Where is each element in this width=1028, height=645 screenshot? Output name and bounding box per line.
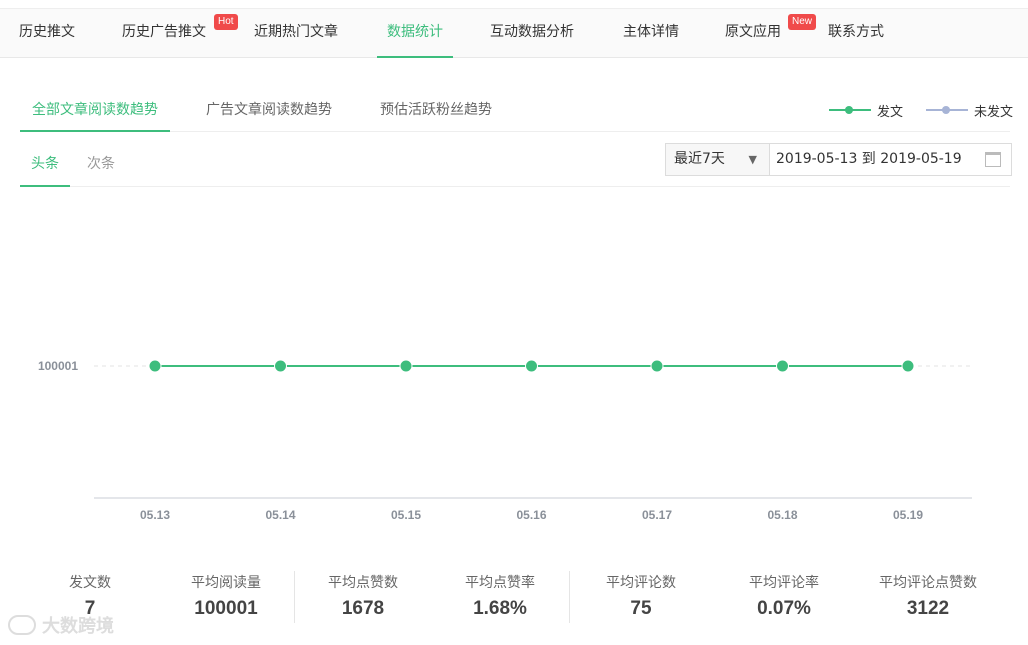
x-tick-label: 05.13 bbox=[140, 508, 170, 522]
data-point bbox=[148, 359, 162, 373]
nav-tab-label: 历史广告推文 bbox=[122, 24, 206, 40]
data-point bbox=[274, 359, 287, 373]
data-point bbox=[901, 359, 915, 373]
x-tick-label: 05.14 bbox=[265, 508, 295, 522]
stat-label: 平均点赞率 bbox=[465, 575, 535, 591]
nav-tab-label: 历史推文 bbox=[19, 24, 75, 40]
nav-tab-label: 互动数据分析 bbox=[490, 24, 574, 40]
nav-tab-label: 联系方式 bbox=[828, 24, 884, 40]
stat-label: 平均点赞数 bbox=[328, 575, 398, 591]
watermark-icon bbox=[8, 615, 36, 635]
data-point bbox=[399, 359, 413, 373]
tab-label: 头条 bbox=[31, 156, 59, 172]
legend-item-not-posted[interactable]: 未发文 bbox=[926, 100, 1013, 120]
stat-label: 平均评论点赞数 bbox=[879, 575, 977, 591]
stat-label: 发文数 bbox=[69, 575, 111, 591]
stat-label: 平均评论数 bbox=[606, 575, 676, 591]
date-range-input[interactable]: 2019-05-13 到 2019-05-19 bbox=[769, 143, 1012, 176]
legend-item-posted[interactable]: 发文 bbox=[829, 100, 903, 120]
watermark-logo: 大数跨境 bbox=[8, 612, 114, 638]
data-point bbox=[776, 359, 789, 373]
stat-value: 1.68% bbox=[473, 598, 527, 619]
tab-label: 广告文章阅读数趋势 bbox=[206, 102, 332, 118]
nav-tab-interaction-analysis[interactable]: 互动数据分析 bbox=[490, 9, 574, 58]
x-tick-label: 05.18 bbox=[767, 508, 797, 522]
tab-label: 全部文章阅读数趋势 bbox=[32, 102, 158, 118]
reads-trend-chart: 100001 05.13 05.14 05.15 05.16 05.17 05.18 05.1… bbox=[38, 359, 972, 522]
nav-tab-history-posts[interactable]: 历史推文 bbox=[19, 9, 75, 58]
nav-tab-data-stats[interactable]: 数据统计 bbox=[377, 9, 453, 58]
legend-posted-swatch bbox=[829, 106, 871, 114]
stat-value: 75 bbox=[630, 598, 652, 619]
nav-tab-label: 近期热门文章 bbox=[254, 24, 338, 40]
nav-tab-label: 数据统计 bbox=[387, 24, 443, 40]
data-point bbox=[650, 359, 664, 373]
stat-avg-likes: 平均点赞数 1678 bbox=[312, 572, 414, 620]
data-point bbox=[525, 359, 538, 373]
stat-avg-reads: 平均阅读量 100001 bbox=[170, 572, 282, 620]
tab-label: 次条 bbox=[87, 156, 115, 172]
tab-headline[interactable]: 头条 bbox=[20, 143, 70, 187]
watermark-text: 大数跨境 bbox=[42, 616, 114, 637]
tab-label: 预估活跃粉丝趋势 bbox=[380, 102, 492, 118]
stat-value: 1678 bbox=[341, 598, 385, 619]
nav-tab-source-apps[interactable]: 原文应用 New bbox=[725, 9, 817, 58]
legend-label: 未发文 bbox=[974, 104, 1014, 120]
new-badge: New bbox=[788, 14, 817, 30]
stat-label: 平均阅读量 bbox=[191, 575, 261, 591]
range-select-value: 最近7天 bbox=[674, 151, 725, 167]
x-tick-label: 05.19 bbox=[893, 508, 923, 522]
stat-avg-comments: 平均评论数 75 bbox=[590, 572, 692, 620]
tab-all-articles-reads[interactable]: 全部文章阅读数趋势 bbox=[20, 90, 170, 132]
nav-tab-entity-details[interactable]: 主体详情 bbox=[623, 9, 679, 58]
stat-value: 0.07% bbox=[757, 598, 811, 619]
legend-label: 发文 bbox=[877, 104, 904, 120]
stat-label: 平均评论率 bbox=[749, 575, 819, 591]
nav-tab-hot-articles[interactable]: 近期热门文章 bbox=[254, 9, 338, 58]
stat-value: 100001 bbox=[194, 598, 258, 619]
y-tick-label: 100001 bbox=[38, 359, 78, 373]
chevron-down-icon: ▼ bbox=[748, 153, 757, 166]
x-tick-label: 05.15 bbox=[391, 508, 421, 522]
stat-avg-like-rate: 平均点赞率 1.68% bbox=[449, 572, 551, 620]
tab-active-fans[interactable]: 预估活跃粉丝趋势 bbox=[380, 90, 492, 132]
date-range-value: 2019-05-13 到 2019-05-19 bbox=[776, 151, 962, 167]
stat-avg-comment-rate: 平均评论率 0.07% bbox=[733, 572, 835, 620]
nav-tab-label: 主体详情 bbox=[623, 24, 679, 40]
legend-not-posted-swatch bbox=[926, 106, 968, 114]
nav-tab-history-ad-posts[interactable]: 历史广告推文 Hot bbox=[122, 9, 238, 58]
range-select[interactable]: 最近7天 ▼ bbox=[665, 143, 770, 176]
top-nav: 历史推文 历史广告推文 Hot 近期热门文章 数据统计 互动数据分析 主体详情 … bbox=[0, 8, 1028, 58]
x-tick-label: 05.17 bbox=[642, 508, 672, 522]
x-tick-label: 05.16 bbox=[516, 508, 546, 522]
stat-value: 3122 bbox=[906, 598, 950, 619]
hot-badge: Hot bbox=[214, 14, 238, 30]
nav-tab-contact[interactable]: 联系方式 bbox=[828, 9, 884, 58]
tab-secondary[interactable]: 次条 bbox=[87, 143, 115, 187]
stat-divider bbox=[294, 571, 295, 623]
stat-avg-comment-likes: 平均评论点赞数 3122 bbox=[866, 572, 990, 620]
tab-ad-articles-reads[interactable]: 广告文章阅读数趋势 bbox=[206, 90, 332, 132]
stat-divider bbox=[569, 571, 570, 623]
calendar-icon bbox=[985, 152, 1001, 167]
nav-tab-label: 原文应用 bbox=[725, 24, 781, 40]
